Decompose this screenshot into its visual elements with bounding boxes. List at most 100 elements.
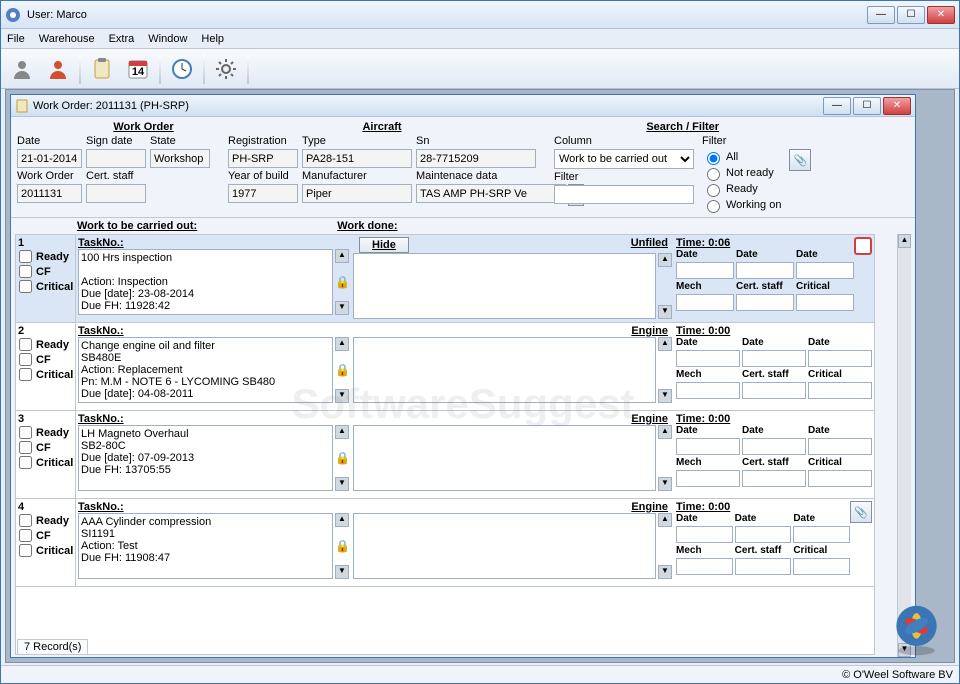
sn-field[interactable]	[416, 149, 536, 168]
wd-scroll-down[interactable]: ▼	[658, 477, 672, 491]
yob-field[interactable]	[228, 184, 298, 203]
task-scroll-down[interactable]: ▼	[335, 477, 349, 491]
inner-maximize-button[interactable]: ☐	[853, 97, 881, 115]
task-scroll-up[interactable]: ▲	[335, 513, 349, 527]
certstaff-input[interactable]	[735, 558, 792, 575]
radio-working[interactable]: Working on	[702, 197, 781, 213]
task-text[interactable]: 100 Hrs inspection Action: Inspection Du…	[78, 249, 333, 315]
radio-ready[interactable]: Ready	[702, 181, 781, 197]
date-input-1[interactable]	[676, 438, 740, 455]
menu-extra[interactable]: Extra	[109, 33, 135, 45]
maximize-button[interactable]: ☐	[897, 6, 925, 24]
date-input-1[interactable]	[676, 526, 733, 543]
wd-scroll-up[interactable]: ▲	[658, 253, 672, 267]
ready-checkbox[interactable]: Ready	[18, 425, 73, 440]
date-input-2[interactable]	[736, 262, 794, 279]
task-scroll-down[interactable]: ▼	[335, 389, 349, 403]
date-input-3[interactable]	[793, 526, 850, 543]
close-button[interactable]: ✕	[927, 6, 955, 24]
task-row[interactable]: 4 Ready CF Critical TaskNo.: AAA Cylinde…	[16, 499, 874, 587]
ready-checkbox[interactable]: Ready	[18, 249, 73, 264]
clock-alert-icon[interactable]	[854, 237, 872, 255]
date-input-2[interactable]	[742, 350, 806, 367]
mech-input[interactable]	[676, 470, 740, 487]
critical-input[interactable]	[793, 558, 850, 575]
wd-scroll-up[interactable]: ▲	[658, 425, 672, 439]
date-input-2[interactable]	[735, 526, 792, 543]
task-row[interactable]: 1 Ready CF Critical TaskNo.: 100 Hrs ins…	[16, 235, 874, 323]
clock-icon[interactable]	[165, 52, 199, 86]
critical-checkbox[interactable]: Critical	[18, 543, 73, 558]
signdate-field[interactable]	[86, 149, 146, 168]
menu-warehouse[interactable]: Warehouse	[39, 33, 95, 45]
wd-scroll-up[interactable]: ▲	[658, 337, 672, 351]
scroll-up-button[interactable]: ▲	[898, 234, 911, 248]
task-scroll-up[interactable]: ▲	[335, 337, 349, 351]
certstaff-input[interactable]	[736, 294, 794, 311]
inner-close-button[interactable]: ✕	[883, 97, 911, 115]
ready-checkbox[interactable]: Ready	[18, 337, 73, 352]
registration-field[interactable]	[228, 149, 298, 168]
task-row[interactable]: 2 Ready CF Critical TaskNo.: Change engi…	[16, 323, 874, 411]
critical-input[interactable]	[808, 382, 872, 399]
task-scroll-down[interactable]: ▼	[335, 565, 349, 579]
cf-checkbox[interactable]: CF	[18, 528, 73, 543]
task-scroll-up[interactable]: ▲	[335, 425, 349, 439]
wd-scroll-down[interactable]: ▼	[658, 305, 672, 319]
header-attach-button[interactable]: 📎	[789, 149, 811, 171]
date-input-1[interactable]	[676, 262, 734, 279]
gear-icon[interactable]	[209, 52, 243, 86]
menu-help[interactable]: Help	[201, 33, 224, 45]
maint-field[interactable]	[416, 184, 566, 203]
filter-input[interactable]	[554, 185, 694, 204]
mech-input[interactable]	[676, 382, 740, 399]
critical-input[interactable]	[808, 470, 872, 487]
column-select[interactable]: Work to be carried out	[554, 149, 694, 169]
critical-checkbox[interactable]: Critical	[18, 279, 73, 294]
person-red-icon[interactable]	[41, 52, 75, 86]
date-field[interactable]	[17, 149, 82, 168]
radio-all[interactable]: All	[702, 149, 781, 165]
critical-input[interactable]	[796, 294, 854, 311]
calendar-icon[interactable]: 14	[121, 52, 155, 86]
task-row[interactable]: 3 Ready CF Critical TaskNo.: LH Magneto …	[16, 411, 874, 499]
workdone-text[interactable]	[353, 253, 656, 319]
task-text[interactable]: AAA Cylinder compression SI1191 Action: …	[78, 513, 333, 579]
menu-file[interactable]: File	[7, 33, 25, 45]
manufacturer-field[interactable]	[302, 184, 412, 203]
ready-checkbox[interactable]: Ready	[18, 513, 73, 528]
wd-scroll-up[interactable]: ▲	[658, 513, 672, 527]
workdone-text[interactable]	[353, 425, 656, 491]
task-text[interactable]: Change engine oil and filter SB480E Acti…	[78, 337, 333, 403]
date-input-2[interactable]	[742, 438, 806, 455]
hide-button[interactable]: Hide	[359, 237, 409, 253]
certstaff-input[interactable]	[742, 382, 806, 399]
clipboard-icon[interactable]	[85, 52, 119, 86]
mech-input[interactable]	[676, 558, 733, 575]
date-input-3[interactable]	[808, 350, 872, 367]
radio-notready[interactable]: Not ready	[702, 165, 781, 181]
cf-checkbox[interactable]: CF	[18, 352, 73, 367]
minimize-button[interactable]: —	[867, 6, 895, 24]
cf-checkbox[interactable]: CF	[18, 264, 73, 279]
certstaff-field[interactable]	[86, 184, 146, 203]
inner-minimize-button[interactable]: —	[823, 97, 851, 115]
critical-checkbox[interactable]: Critical	[18, 367, 73, 382]
task-scroll-down[interactable]: ▼	[335, 301, 349, 315]
workorder-field[interactable]	[17, 184, 82, 203]
workdone-text[interactable]	[353, 337, 656, 403]
critical-checkbox[interactable]: Critical	[18, 455, 73, 470]
cf-checkbox[interactable]: CF	[18, 440, 73, 455]
wd-scroll-down[interactable]: ▼	[658, 389, 672, 403]
wd-scroll-down[interactable]: ▼	[658, 565, 672, 579]
row-attach-button[interactable]: 📎	[850, 501, 872, 523]
person-icon[interactable]	[5, 52, 39, 86]
certstaff-input[interactable]	[742, 470, 806, 487]
menu-window[interactable]: Window	[148, 33, 187, 45]
date-input-3[interactable]	[796, 262, 854, 279]
date-input-1[interactable]	[676, 350, 740, 367]
state-field[interactable]	[150, 149, 210, 168]
mech-input[interactable]	[676, 294, 734, 311]
type-field[interactable]	[302, 149, 412, 168]
date-input-3[interactable]	[808, 438, 872, 455]
